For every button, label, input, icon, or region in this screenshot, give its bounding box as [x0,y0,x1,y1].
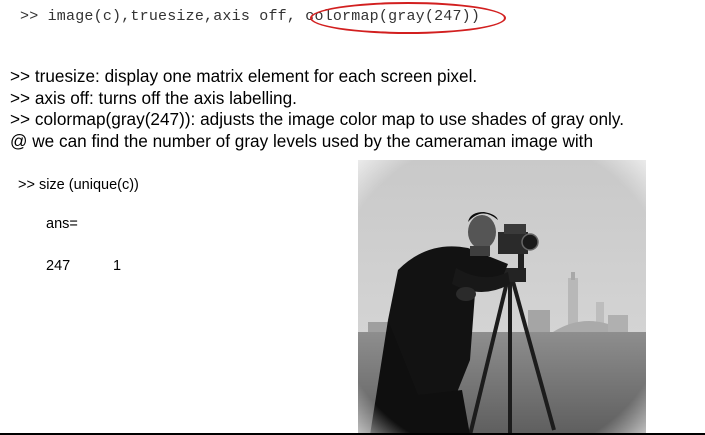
size-command: >> size (unique(c)) [18,177,139,193]
colormap-code: colormap(gray(247)) [305,8,481,25]
code-prefix: >> image(c),truesize,axis off, [20,8,306,25]
ans-value-1: 247 [46,258,71,274]
explanation-axis-off: >> axis off: turns off the axis labellin… [10,87,297,108]
ans-value-2: 1 [113,258,122,274]
code-command: >> image(c),truesize,axis off, colormap(… [20,8,480,25]
explanation-list: >> truesize: display one matrix element … [10,66,705,152]
explanation-colormap: >> colormap(gray(247)): adjusts the imag… [10,109,624,129]
explanation-truesize: >> truesize: display one matrix element … [10,66,478,86]
ans-label: ans= [46,216,78,232]
explanation-gray-levels: @ we can find the number of gray levels … [10,130,594,151]
cameraman-image [358,160,646,435]
